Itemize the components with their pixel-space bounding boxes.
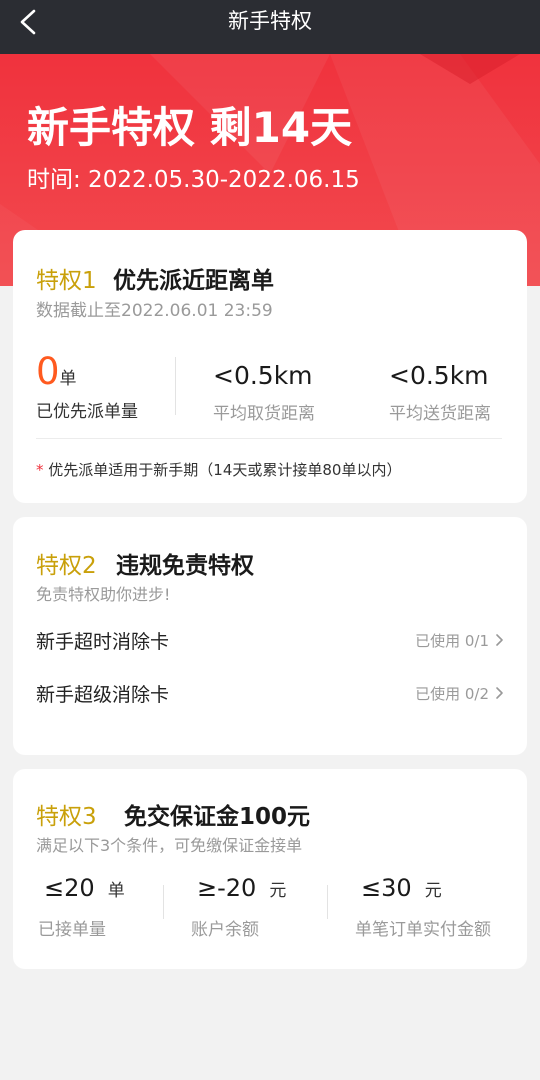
stat-value: <0.5km (389, 361, 489, 390)
hero-title: 新手特权 剩14天 (27, 103, 353, 152)
stat-label: 已优先派单量 (36, 402, 138, 422)
condition-balance: ≥-20 元 (197, 874, 286, 902)
condition-order-amount: ≤30 元 (361, 874, 442, 902)
stat-dispatched: 0单 (36, 350, 77, 393)
divider (175, 357, 176, 415)
stat-value: <0.5km (213, 361, 313, 390)
dispatch-note: * 优先派单适用于新手期（14天或累计接单80单以内） (36, 459, 401, 480)
condition-label: 单笔订单实付金额 (355, 920, 491, 940)
condition-label: 账户余额 (191, 920, 259, 940)
note-text: 优先派单适用于新手期（14天或累计接单80单以内） (48, 461, 402, 479)
top-nav-bar: 新手特权 (0, 0, 540, 54)
condition-value: ≤20 (44, 874, 95, 902)
row-status: 已使用 0/2 (415, 685, 489, 703)
data-cutoff-text: 数据截止至2022.06.01 23:59 (36, 301, 273, 321)
note-asterisk: * (36, 461, 44, 479)
privilege-name: 违规免责特权 (116, 553, 254, 579)
super-clear-card-row[interactable]: 新手超级消除卡 已使用 0/2 (13, 670, 527, 714)
privilege-subtitle: 满足以下3个条件，可免缴保证金接单 (36, 836, 303, 855)
condition-order-count: ≤20 单 (44, 874, 125, 902)
privilege-card-2: 特权2 违规免责特权 免责特权助你进步! 新手超时消除卡 已使用 0/1 新手超… (13, 517, 527, 755)
condition-unit: 元 (269, 881, 287, 901)
condition-value: ≥-20 (197, 874, 257, 902)
condition-unit: 元 (424, 881, 442, 901)
privilege-name: 优先派近距离单 (113, 268, 274, 294)
privilege-card-1: 特权1 优先派近距离单 数据截止至2022.06.01 23:59 0单 已优先… (13, 230, 527, 503)
row-label: 新手超级消除卡 (36, 684, 170, 706)
chevron-right-icon (496, 634, 503, 646)
condition-unit: 单 (107, 881, 125, 901)
privilege-name: 免交保证金100元 (124, 804, 311, 830)
privilege-subtitle: 免责特权助你进步! (36, 585, 171, 604)
stat-value: 0 (36, 350, 60, 393)
stat-unit: 单 (59, 369, 77, 389)
chevron-right-icon (496, 687, 503, 699)
divider (327, 885, 328, 919)
condition-label: 已接单量 (38, 920, 106, 940)
privilege-number: 特权2 (36, 553, 97, 579)
divider (36, 438, 502, 439)
privilege-number: 特权1 (36, 268, 97, 294)
privilege-card-3: 特权3 免交保证金100元 满足以下3个条件，可免缴保证金接单 ≤20 单 已接… (13, 769, 527, 969)
timeout-clear-card-row[interactable]: 新手超时消除卡 已使用 0/1 (13, 617, 527, 661)
row-status: 已使用 0/1 (415, 632, 489, 650)
page-title: 新手特权 (228, 9, 312, 33)
hero-period: 时间: 2022.05.30-2022.06.15 (27, 167, 360, 193)
stat-label: 平均取货距离 (213, 404, 315, 424)
condition-value: ≤30 (361, 874, 412, 902)
divider (163, 885, 164, 919)
privilege-number: 特权3 (36, 804, 97, 830)
row-label: 新手超时消除卡 (36, 631, 170, 653)
stat-label: 平均送货距离 (389, 404, 491, 424)
